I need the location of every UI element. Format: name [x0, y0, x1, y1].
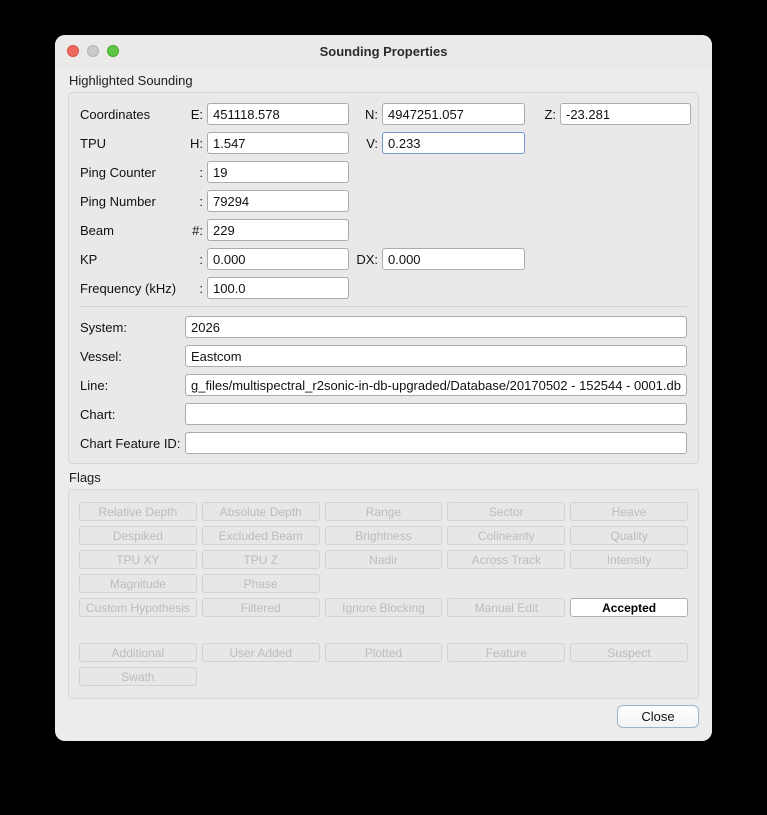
flag-feature[interactable]: Feature: [447, 643, 566, 662]
flag-sector[interactable]: Sector: [447, 502, 566, 521]
section-separator: [80, 306, 687, 307]
kp-prefix: :: [199, 251, 203, 267]
flag-phase[interactable]: Phase: [201, 574, 320, 593]
flag-manual-edit[interactable]: Manual Edit: [447, 598, 566, 617]
flags-group-spacer: [79, 622, 688, 638]
tpu-h-input[interactable]: [207, 132, 349, 154]
close-window-button[interactable]: [67, 45, 79, 57]
northing-input[interactable]: [382, 103, 525, 125]
chart-feature-id-input[interactable]: [185, 432, 687, 454]
flag-range[interactable]: Range: [324, 502, 443, 521]
frequency-row: Frequency (kHz) :: [80, 277, 687, 299]
z-input[interactable]: [560, 103, 691, 125]
easting-input[interactable]: [207, 103, 349, 125]
flag-additional[interactable]: Additional: [79, 643, 197, 662]
tpu-v-input[interactable]: [382, 132, 525, 154]
frequency-input[interactable]: [207, 277, 349, 299]
flag-ignore-blocking[interactable]: Ignore Blocking: [324, 598, 443, 617]
kp-row: KP : DX:: [80, 248, 687, 270]
titlebar[interactable]: Sounding Properties: [55, 35, 712, 67]
flag-custom-hypothesis[interactable]: Custom Hypothesis: [79, 598, 197, 617]
frequency-label: Frequency (kHz): [80, 280, 177, 296]
line-path-text: g_files/multispectral_r2sonic-in-db-upgr…: [191, 377, 681, 393]
system-label: System:: [80, 319, 127, 335]
traffic-lights: [67, 45, 119, 57]
vessel-label: Vessel:: [80, 348, 122, 364]
highlighted-sounding-group-label: Highlighted Sounding: [69, 73, 193, 88]
line-row: Line: g_files/multispectral_r2sonic-in-d…: [80, 374, 687, 396]
beam-row: Beam #:: [80, 219, 687, 241]
flag-magnitude[interactable]: Magnitude: [79, 574, 197, 593]
zoom-window-button[interactable]: [107, 45, 119, 57]
highlighted-sounding-groupbox: Coordinates E: N: Z: TPU H: V: Ping Coun…: [68, 92, 699, 464]
flag-accepted[interactable]: Accepted: [570, 598, 688, 617]
line-label: Line:: [80, 377, 109, 393]
tpu-h-prefix: H:: [190, 135, 203, 151]
beam-input[interactable]: [207, 219, 349, 241]
ping-number-prefix: :: [199, 193, 203, 209]
flag-across-track[interactable]: Across Track: [447, 550, 566, 569]
flag-filtered[interactable]: Filtered: [201, 598, 320, 617]
system-input[interactable]: [185, 316, 687, 338]
line-input[interactable]: g_files/multispectral_r2sonic-in-db-upgr…: [185, 374, 687, 396]
kp-input[interactable]: [207, 248, 349, 270]
tpu-row: TPU H: V:: [80, 132, 687, 154]
chart-feature-id-label: Chart Feature ID:: [80, 435, 181, 451]
ping-counter-label: Ping Counter: [80, 164, 156, 180]
flag-tpu-xy[interactable]: TPU XY: [79, 550, 197, 569]
easting-prefix: E:: [190, 106, 203, 122]
kp-label: KP: [80, 251, 98, 267]
minimize-window-button[interactable]: [87, 45, 99, 57]
tpu-v-prefix: V:: [366, 135, 378, 151]
flag-excluded-beam[interactable]: Excluded Beam: [201, 526, 320, 545]
window-title: Sounding Properties: [319, 43, 448, 59]
ping-counter-row: Ping Counter :: [80, 161, 687, 183]
flags-groupbox: Relative Depth Absolute Depth Range Sect…: [68, 489, 699, 699]
ping-number-input[interactable]: [207, 190, 349, 212]
flag-nadir[interactable]: Nadir: [324, 550, 443, 569]
close-button[interactable]: Close: [617, 705, 699, 728]
flag-user-added[interactable]: User Added: [201, 643, 320, 662]
vessel-input[interactable]: [185, 345, 687, 367]
ping-counter-prefix: :: [199, 164, 203, 180]
ping-number-row: Ping Number :: [80, 190, 687, 212]
chart-label: Chart:: [80, 406, 116, 422]
tpu-label: TPU: [80, 135, 106, 151]
coordinates-row: Coordinates E: N: Z:: [80, 103, 691, 125]
flag-swath[interactable]: Swath: [79, 667, 197, 686]
chart-feature-id-row: Chart Feature ID:: [80, 432, 687, 454]
flag-suspect[interactable]: Suspect: [570, 643, 688, 662]
sounding-properties-dialog: Sounding Properties Highlighted Sounding…: [55, 35, 712, 741]
ping-counter-input[interactable]: [207, 161, 349, 183]
flag-absolute-depth[interactable]: Absolute Depth: [201, 502, 320, 521]
chart-row: Chart:: [80, 403, 687, 425]
flag-heave[interactable]: Heave: [570, 502, 688, 521]
northing-prefix: N:: [365, 106, 378, 122]
beam-label: Beam: [80, 222, 114, 238]
flag-brightness[interactable]: Brightness: [324, 526, 443, 545]
flag-quality[interactable]: Quality: [570, 526, 688, 545]
ping-number-label: Ping Number: [80, 193, 156, 209]
system-row: System:: [80, 316, 687, 338]
flag-tpu-z[interactable]: TPU Z: [201, 550, 320, 569]
beam-prefix: #:: [192, 222, 203, 238]
flags-group-label: Flags: [69, 470, 101, 485]
coordinates-label: Coordinates: [80, 106, 151, 122]
z-prefix: Z:: [544, 106, 556, 122]
dx-input[interactable]: [382, 248, 525, 270]
flags-row-gap: [325, 574, 688, 593]
chart-input[interactable]: [185, 403, 687, 425]
flag-intensity[interactable]: Intensity: [570, 550, 688, 569]
flag-plotted[interactable]: Plotted: [324, 643, 443, 662]
flag-colinearity[interactable]: Colinearity: [447, 526, 566, 545]
dx-prefix: DX:: [356, 251, 378, 267]
dialog-footer: Close: [68, 705, 699, 728]
flag-despiked[interactable]: Despiked: [79, 526, 197, 545]
frequency-prefix: :: [199, 280, 203, 296]
vessel-row: Vessel:: [80, 345, 687, 367]
flag-relative-depth[interactable]: Relative Depth: [79, 502, 197, 521]
